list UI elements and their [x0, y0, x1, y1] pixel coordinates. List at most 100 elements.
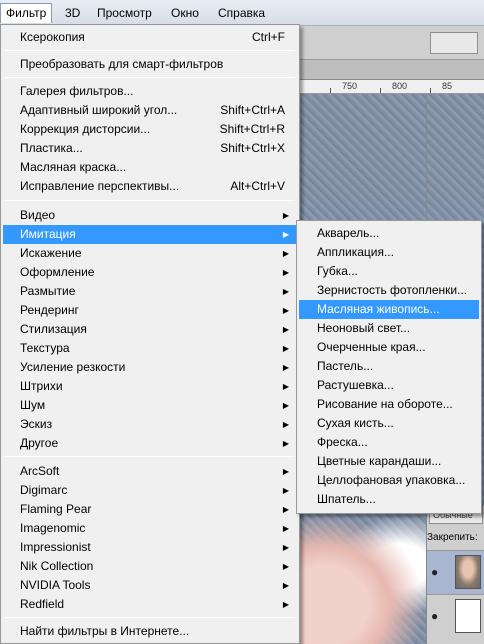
menu-item-label: Преобразовать для смарт-фильтров — [20, 57, 224, 71]
menu-item-imagenomic[interactable]: Imagenomic ▶ — [3, 519, 297, 538]
menu-window[interactable]: Окно — [166, 3, 204, 23]
menu-item-label: Исправление перспективы... — [20, 179, 180, 193]
submenu-arrow-icon: ▶ — [282, 287, 289, 296]
options-field[interactable] — [430, 32, 478, 54]
menu-item-label: ArcSoft — [20, 464, 60, 478]
shortcut-label: Shift+Ctrl+R — [219, 122, 285, 136]
menu-item-label: Зернистость фотопленки... — [317, 283, 468, 297]
submenu-arrow-icon: ▶ — [282, 325, 289, 334]
menu-item-label: Адаптивный широкий угол... — [20, 103, 178, 117]
menu-item-label: Пастель... — [317, 359, 374, 373]
menu-item-adaptive-wide-angle[interactable]: Адаптивный широкий угол... Shift+Ctrl+A — [3, 101, 297, 120]
horizontal-ruler: 750 800 85 — [300, 80, 484, 94]
menu-item-browse-filters-online[interactable]: Найти фильтры в Интернете... — [3, 622, 297, 641]
menu-item-video[interactable]: Видео ▶ — [3, 206, 297, 225]
layer-row[interactable]: ● — [427, 594, 484, 638]
menu-item-label: Flaming Pear — [20, 502, 92, 516]
eye-icon[interactable]: ● — [431, 565, 438, 579]
menu-item-render[interactable]: Рендеринг ▶ — [3, 301, 297, 320]
layer-thumbnail — [455, 555, 481, 589]
submenu-arrow-icon: ▶ — [282, 439, 289, 448]
submenu-arrow-icon: ▶ — [282, 543, 289, 552]
submenu-item-cutout[interactable]: Аппликация... — [299, 243, 479, 262]
menu-item-nvidia-tools[interactable]: NVIDIA Tools ▶ — [3, 576, 297, 595]
menu-item-label: Шпатель... — [317, 492, 376, 506]
menu-item-distort[interactable]: Искажение ▶ — [3, 244, 297, 263]
submenu-arrow-icon: ▶ — [282, 306, 289, 315]
submenu-item-palette-knife[interactable]: Шпатель... — [299, 490, 479, 509]
menu-item-stylize[interactable]: Стилизация ▶ — [3, 320, 297, 339]
menu-item-label: Цветные карандаши... — [317, 454, 442, 468]
submenu-item-neon-glow[interactable]: Неоновый свет... — [299, 319, 479, 338]
submenu-item-poster-edges[interactable]: Очерченные края... — [299, 338, 479, 357]
submenu-arrow-icon: ▶ — [282, 524, 289, 533]
menu-item-liquify[interactable]: Пластика... Shift+Ctrl+X — [3, 139, 297, 158]
menu-bar: Фильтр 3D Просмотр Окно Справка — [0, 0, 484, 26]
submenu-arrow-icon: ▶ — [282, 562, 289, 571]
menu-item-label: Другое — [20, 436, 59, 450]
menu-item-brush-strokes[interactable]: Штрихи ▶ — [3, 377, 297, 396]
menu-item-impressionist[interactable]: Impressionist ▶ — [3, 538, 297, 557]
menu-item-blur[interactable]: Размытие ▶ — [3, 282, 297, 301]
menu-item-redfield[interactable]: Redfield ▶ — [3, 595, 297, 614]
submenu-arrow-icon: ▶ — [282, 420, 289, 429]
menu-item-other[interactable]: Другое ▶ — [3, 434, 297, 453]
eye-icon[interactable]: ● — [431, 609, 438, 623]
menu-item-label: Фреска... — [317, 435, 368, 449]
submenu-item-sponge[interactable]: Губка... — [299, 262, 479, 281]
canvas-image — [300, 514, 426, 644]
menu-item-sharpen[interactable]: Усиление резкости ▶ — [3, 358, 297, 377]
menu-item-arcsoft[interactable]: ArcSoft ▶ — [3, 462, 297, 481]
shortcut-label: Alt+Ctrl+V — [230, 179, 285, 193]
submenu-arrow-icon: ▶ — [282, 230, 289, 239]
menu-item-vanishing-point[interactable]: Исправление перспективы... Alt+Ctrl+V — [3, 177, 297, 196]
submenu-item-dry-brush[interactable]: Сухая кисть... — [299, 414, 479, 433]
layer-thumbnail — [455, 599, 481, 633]
submenu-item-film-grain[interactable]: Зернистость фотопленки... — [299, 281, 479, 300]
menu-3d[interactable]: 3D — [60, 3, 85, 23]
menu-help[interactable]: Справка — [213, 3, 270, 23]
menu-view[interactable]: Просмотр — [92, 3, 157, 23]
submenu-item-watercolor[interactable]: Акварель... — [299, 224, 479, 243]
submenu-item-smudge-stick[interactable]: Растушевка... — [299, 376, 479, 395]
submenu-arrow-icon: ▶ — [282, 486, 289, 495]
menu-item-nik-collection[interactable]: Nik Collection ▶ — [3, 557, 297, 576]
menu-item-label: Масляная краска... — [20, 160, 127, 174]
submenu-arrow-icon: ▶ — [282, 467, 289, 476]
menu-item-convert-smart[interactable]: Преобразовать для смарт-фильтров — [3, 55, 297, 74]
menu-item-sketch[interactable]: Эскиз ▶ — [3, 415, 297, 434]
submenu-arrow-icon: ▶ — [282, 401, 289, 410]
menu-item-digimarc[interactable]: Digimarc ▶ — [3, 481, 297, 500]
imitation-submenu: Акварель... Аппликация... Губка... Зерни… — [296, 220, 482, 514]
menu-separator — [5, 456, 295, 457]
submenu-item-paint-daubs[interactable]: Масляная живопись... — [299, 300, 479, 319]
menu-item-label: Имитация — [20, 227, 76, 241]
menu-item-label: NVIDIA Tools — [20, 578, 91, 592]
menu-item-xerox[interactable]: Ксерокопия Ctrl+F — [3, 28, 297, 47]
menu-item-label: Рендеринг — [20, 303, 79, 317]
submenu-item-plastic-wrap[interactable]: Целлофановая упаковка... — [299, 471, 479, 490]
menu-item-texture[interactable]: Текстура ▶ — [3, 339, 297, 358]
menu-item-lens-correction[interactable]: Коррекция дисторсии... Shift+Ctrl+R — [3, 120, 297, 139]
menu-item-flaming-pear[interactable]: Flaming Pear ▶ — [3, 500, 297, 519]
submenu-arrow-icon: ▶ — [282, 268, 289, 277]
menu-item-label: Рисование на обороте... — [317, 397, 453, 411]
menu-filter[interactable]: Фильтр — [0, 3, 53, 23]
menu-item-noise[interactable]: Шум ▶ — [3, 396, 297, 415]
menu-item-oil-paint[interactable]: Масляная краска... — [3, 158, 297, 177]
submenu-item-colored-pencil[interactable]: Цветные карандаши... — [299, 452, 479, 471]
menu-item-imitation[interactable]: Имитация ▶ — [3, 225, 297, 244]
menu-item-label: Эскиз — [20, 417, 53, 431]
layer-row[interactable]: ● — [427, 550, 484, 594]
menu-item-decoration[interactable]: Оформление ▶ — [3, 263, 297, 282]
submenu-item-underpainting[interactable]: Рисование на обороте... — [299, 395, 479, 414]
submenu-item-fresco[interactable]: Фреска... — [299, 433, 479, 452]
menu-item-label: Целлофановая упаковка... — [317, 473, 466, 487]
submenu-arrow-icon: ▶ — [282, 344, 289, 353]
menu-item-filter-gallery[interactable]: Галерея фильтров... — [3, 82, 297, 101]
menu-item-label: Видео — [20, 208, 56, 222]
submenu-item-rough-pastels[interactable]: Пастель... — [299, 357, 479, 376]
filter-menu: Ксерокопия Ctrl+F Преобразовать для смарт… — [0, 24, 300, 644]
shortcut-label: Ctrl+F — [252, 30, 285, 44]
menu-item-label: Штрихи — [20, 379, 63, 393]
